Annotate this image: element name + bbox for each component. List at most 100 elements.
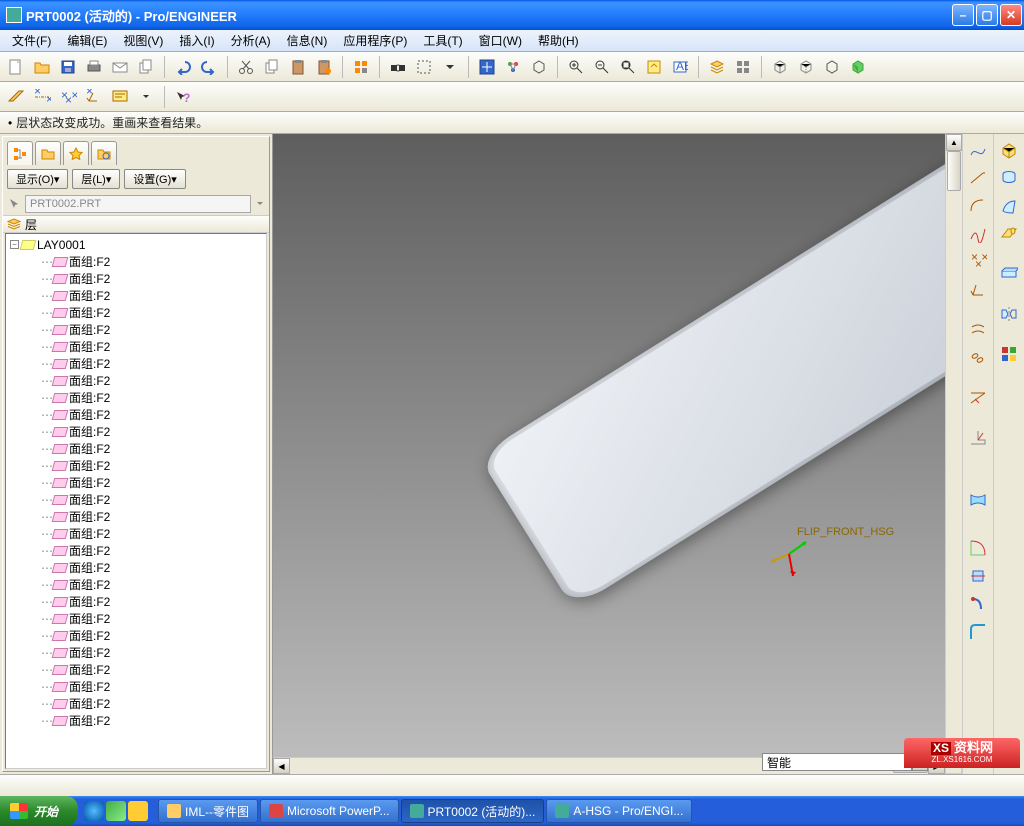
tree-item[interactable]: ⋯面组:F2: [6, 321, 266, 338]
tree-item[interactable]: ⋯面组:F2: [6, 508, 266, 525]
tree-item[interactable]: ⋯面组:F2: [6, 372, 266, 389]
zoom-in-icon[interactable]: [564, 55, 588, 79]
spin-center-icon[interactable]: [501, 55, 525, 79]
tree-item[interactable]: ⋯面组:F2: [6, 389, 266, 406]
view-manager-icon[interactable]: [731, 55, 755, 79]
tree-item[interactable]: ⋯面组:F2: [6, 695, 266, 712]
zoom-fit-icon[interactable]: [616, 55, 640, 79]
new-file-icon[interactable]: [4, 55, 28, 79]
regenerate-icon[interactable]: [349, 55, 373, 79]
select-icon[interactable]: [412, 55, 436, 79]
tab-search[interactable]: [91, 141, 117, 165]
scroll-thumb[interactable]: [947, 151, 961, 191]
select-dropdown-icon[interactable]: [438, 55, 462, 79]
tree-item[interactable]: ⋯面组:F2: [6, 440, 266, 457]
orient-icon[interactable]: [527, 55, 551, 79]
menu-E[interactable]: 编辑(E): [59, 30, 115, 51]
mirror-icon[interactable]: [997, 302, 1021, 326]
flatten-icon[interactable]: [997, 262, 1021, 286]
tree-item[interactable]: ⋯面组:F2: [6, 576, 266, 593]
point-icon[interactable]: × ××: [966, 250, 990, 274]
line-icon[interactable]: [966, 166, 990, 190]
saved-views-icon[interactable]: AB: [668, 55, 692, 79]
menu-F[interactable]: 文件(F): [4, 30, 59, 51]
reorient-icon[interactable]: [642, 55, 666, 79]
tree-item[interactable]: ⋯面组:F2: [6, 253, 266, 270]
tab-favorites[interactable]: [63, 141, 89, 165]
arc-icon[interactable]: [966, 194, 990, 218]
menu-T[interactable]: 工具(T): [415, 30, 470, 51]
revolve-icon[interactable]: [997, 166, 1021, 190]
layer-button[interactable]: 层(L)▾: [72, 169, 120, 189]
project-icon[interactable]: [966, 386, 990, 410]
tree-item[interactable]: ⋯面组:F2: [6, 270, 266, 287]
close-button[interactable]: ✕: [1000, 4, 1022, 26]
minimize-button[interactable]: –: [952, 4, 974, 26]
smart-filter-input[interactable]: 智能: [762, 753, 912, 771]
open-file-icon[interactable]: [30, 55, 54, 79]
spline-red-icon[interactable]: [966, 222, 990, 246]
task-button[interactable]: Microsoft PowerP...: [260, 799, 398, 823]
tree-item[interactable]: ⋯面组:F2: [6, 457, 266, 474]
email-icon[interactable]: [108, 55, 132, 79]
offset-icon[interactable]: [966, 318, 990, 342]
datum-axis-icon[interactable]: ××: [30, 85, 54, 109]
sweep-icon[interactable]: [997, 194, 1021, 218]
menu-N[interactable]: 信息(N): [279, 30, 336, 51]
menu-I[interactable]: 插入(I): [171, 30, 222, 51]
tree-item[interactable]: ⋯面组:F2: [6, 610, 266, 627]
shaded-icon[interactable]: [846, 55, 870, 79]
scroll-left-icon[interactable]: ◀: [273, 758, 290, 774]
ie-icon[interactable]: [84, 801, 104, 821]
tree-item[interactable]: ⋯面组:F2: [6, 593, 266, 610]
no-hidden-icon[interactable]: [820, 55, 844, 79]
find-icon[interactable]: [386, 55, 410, 79]
datum-point-icon[interactable]: × ××: [56, 85, 80, 109]
tree-item[interactable]: ⋯面组:F2: [6, 627, 266, 644]
menu-V[interactable]: 视图(V): [115, 30, 171, 51]
model-path-input[interactable]: [25, 195, 251, 213]
annotation-dropdown-icon[interactable]: [134, 85, 158, 109]
menu-A[interactable]: 分析(A): [223, 30, 279, 51]
paste-special-icon[interactable]: [312, 55, 336, 79]
undo-icon[interactable]: [171, 55, 195, 79]
tree-item[interactable]: ⋯面组:F2: [6, 712, 266, 729]
zoom-out-icon[interactable]: [590, 55, 614, 79]
tree-item[interactable]: ⋯面组:F2: [6, 338, 266, 355]
desktop-icon[interactable]: [106, 801, 126, 821]
menu-H[interactable]: 帮助(H): [530, 30, 587, 51]
tree-item[interactable]: ⋯面组:F2: [6, 287, 266, 304]
3d-viewport[interactable]: FLIP_FRONT_HSG ▲ ▼ ◀ ▶ 智能 ▼: [273, 134, 962, 774]
task-button[interactable]: PRT0002 (活动的)...: [401, 799, 545, 823]
help-pointer-icon[interactable]: ?: [171, 85, 195, 109]
vertical-scrollbar[interactable]: ▲ ▼: [945, 134, 962, 757]
show-button[interactable]: 显示(O)▾: [7, 169, 68, 189]
tree-item[interactable]: ⋯面组:F2: [6, 678, 266, 695]
tree-item[interactable]: ⋯面组:F2: [6, 542, 266, 559]
trim-icon[interactable]: [966, 426, 990, 450]
copy-model-icon[interactable]: [134, 55, 158, 79]
tree-item[interactable]: ⋯面组:F2: [6, 491, 266, 508]
layers-icon[interactable]: [705, 55, 729, 79]
extend-icon[interactable]: [966, 592, 990, 616]
annotation-icon[interactable]: [108, 85, 132, 109]
chain-icon[interactable]: [966, 346, 990, 370]
trim-surf-icon[interactable]: [966, 564, 990, 588]
save-icon[interactable]: [56, 55, 80, 79]
palette-icon[interactable]: [997, 342, 1021, 366]
layer-tree[interactable]: −LAY0001⋯面组:F2⋯面组:F2⋯面组:F2⋯面组:F2⋯面组:F2⋯面…: [5, 233, 267, 769]
copy-icon[interactable]: [260, 55, 284, 79]
csys-tool-icon[interactable]: [966, 278, 990, 302]
task-button[interactable]: IML--零件图: [158, 799, 258, 823]
datum-csys-icon[interactable]: ×: [82, 85, 106, 109]
fillet-icon[interactable]: [966, 620, 990, 644]
scroll-up-icon[interactable]: ▲: [946, 134, 962, 151]
menu-W[interactable]: 窗口(W): [471, 30, 530, 51]
boundary-icon[interactable]: [966, 488, 990, 512]
maximize-button[interactable]: ▢: [976, 4, 998, 26]
tree-item[interactable]: ⋯面组:F2: [6, 474, 266, 491]
tab-folder[interactable]: [35, 141, 61, 165]
paste-icon[interactable]: [286, 55, 310, 79]
tree-item[interactable]: ⋯面组:F2: [6, 406, 266, 423]
settings-button[interactable]: 设置(G)▾: [124, 169, 185, 189]
